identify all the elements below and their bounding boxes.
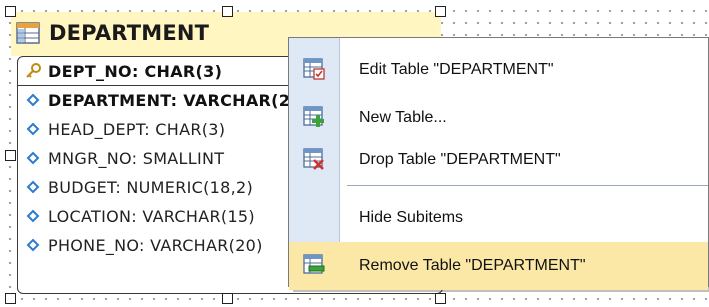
table-title: DEPARTMENT [49, 21, 210, 45]
field-label: BUDGET: NUMERIC(18,2) [48, 177, 254, 197]
menu-item-label: Drop Table "DEPARTMENT" [359, 151, 561, 168]
diamond-icon [26, 209, 40, 223]
resize-handle-bottom-left[interactable] [5, 293, 16, 304]
new-table-icon [303, 106, 324, 127]
resize-handle-top[interactable] [222, 6, 233, 17]
menu-item-drop-table[interactable]: Drop Table "DEPARTMENT" [289, 136, 708, 184]
field-label: DEPT_NO: CHAR(3) [48, 61, 223, 81]
menu-item-new-table[interactable]: New Table... [289, 94, 708, 142]
menu-item-edit-table[interactable]: Edit Table "DEPARTMENT" [289, 46, 708, 94]
diamond-icon [26, 93, 40, 107]
menu-item-remove-table[interactable]: Remove Table "DEPARTMENT" [289, 242, 708, 290]
context-menu: Edit Table "DEPARTMENT" New Table... Dro… [288, 37, 709, 290]
field-label: LOCATION: VARCHAR(15) [48, 206, 255, 226]
key-icon [26, 63, 41, 78]
resize-handle-bottom[interactable] [222, 293, 233, 304]
field-label: MNGR_NO: SMALLINT [48, 148, 225, 168]
resize-handle-top-left[interactable] [5, 6, 16, 17]
resize-handle-top-right[interactable] [435, 6, 446, 17]
resize-handle-bottom-right[interactable] [435, 293, 446, 304]
menu-item-label: New Table... [359, 109, 447, 126]
field-label: PHONE_NO: VARCHAR(20) [48, 235, 263, 255]
field-label: DEPARTMENT: VARCHAR(25) [48, 90, 310, 110]
table-icon [16, 22, 40, 44]
edit-table-icon [303, 58, 325, 80]
field-label: HEAD_DEPT: CHAR(3) [48, 119, 226, 139]
diamond-icon [26, 238, 40, 252]
menu-item-label: Remove Table "DEPARTMENT" [359, 257, 586, 274]
menu-item-label: Edit Table "DEPARTMENT" [359, 61, 554, 78]
menu-item-hide-subitems[interactable]: Hide Subitems [289, 194, 708, 242]
remove-table-icon [303, 254, 325, 274]
drop-table-icon [303, 148, 324, 170]
resize-handle-left[interactable] [5, 150, 16, 161]
diamond-icon [26, 122, 40, 136]
menu-separator [347, 185, 708, 186]
diamond-icon [26, 151, 40, 165]
menu-item-label: Hide Subitems [359, 209, 464, 226]
diamond-icon [26, 180, 40, 194]
